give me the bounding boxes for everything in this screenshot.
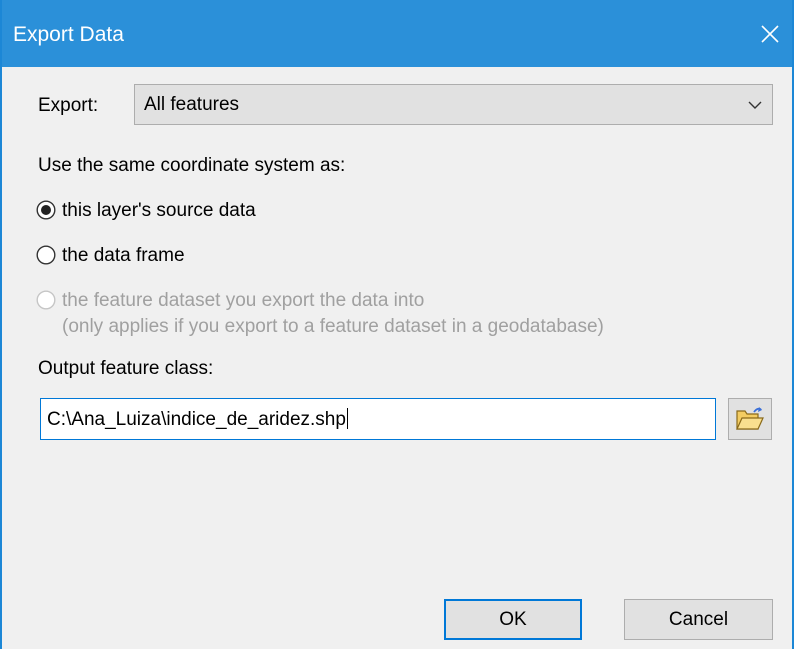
radio-checked-icon[interactable] [36,200,56,220]
radio-disabled-icon [36,290,56,310]
ok-button-label: OK [499,608,527,630]
dialog-title: Export Data [13,23,124,46]
title-bar: Export Data [2,0,792,67]
text-caret [346,408,348,429]
output-path-value[interactable]: C:\Ana_Luiza\indice_de_aridez.shp [47,409,346,430]
close-icon [761,25,779,43]
radio-data-frame-label[interactable]: the data frame [62,245,185,267]
export-select[interactable]: All features [134,84,773,125]
radio-unchecked-icon[interactable] [36,245,56,265]
export-data-dialog: Export Data Export: All features Use the… [0,0,794,649]
browse-button[interactable] [728,398,772,440]
export-label: Export: [38,95,99,116]
export-select-value: All features [144,94,240,115]
radio-feature-dataset-sublabel: (only applies if you export to a feature… [62,316,604,337]
output-path-input[interactable]: C:\Ana_Luiza\indice_de_aridez.shp [40,398,716,440]
chevron-down-icon [748,101,762,109]
ok-button[interactable]: OK [444,599,582,640]
cancel-button[interactable]: Cancel [624,599,773,640]
folder-open-icon [736,407,764,430]
radio-layer-source-label[interactable]: this layer's source data [62,200,256,222]
output-label: Output feature class: [38,358,214,379]
radio-feature-dataset-label: the feature dataset you export the data … [62,290,425,311]
coordinate-system-heading: Use the same coordinate system as: [38,155,346,176]
close-button[interactable] [748,8,792,60]
cancel-button-label: Cancel [668,608,729,630]
